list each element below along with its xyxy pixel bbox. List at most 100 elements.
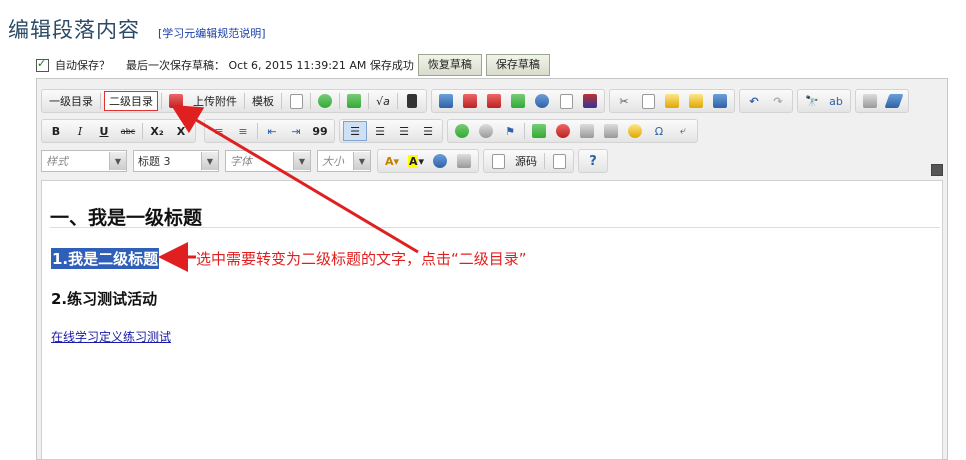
chevron-down-icon: ▼ [293, 152, 310, 170]
toolbar-group-help: ? [578, 149, 608, 173]
horizontal-rule-icon[interactable] [600, 122, 622, 140]
toolbar-group-import [431, 89, 605, 113]
note-icon[interactable] [285, 92, 307, 110]
toolbar-group-source: 源码 [483, 149, 574, 173]
align-justify-icon[interactable]: ☰ [417, 122, 439, 140]
bg-color-icon[interactable]: A ▾ [405, 152, 427, 170]
outdent-icon[interactable]: ⇤ [261, 122, 283, 140]
ppt-icon[interactable] [459, 92, 481, 110]
paste-icon[interactable] [661, 92, 683, 110]
preview-icon[interactable] [548, 152, 570, 170]
undo-icon[interactable]: ↶ [743, 92, 765, 110]
smiley-icon[interactable] [624, 122, 646, 140]
level2-toc-button[interactable]: 二级目录 [104, 91, 158, 111]
text-color-icon[interactable]: A▾ [381, 152, 403, 170]
formula-icon[interactable]: √a [372, 92, 394, 110]
size-select-value: 大小 [322, 155, 344, 168]
autosave-label: 自动保存？ [55, 59, 110, 72]
align-right-icon[interactable]: ☰ [393, 122, 415, 140]
paste-text-icon[interactable] [685, 92, 707, 110]
table-icon[interactable] [576, 122, 598, 140]
copy-icon[interactable] [637, 92, 659, 110]
bullet-list-icon[interactable]: ≡ [232, 122, 254, 140]
exercise-link[interactable]: 在线学习定义练习测试 [51, 328, 171, 345]
unlink-icon[interactable] [475, 122, 497, 140]
level1-toc-button[interactable]: 一级目录 [45, 92, 97, 110]
toolbar-group-insert: ⚑ Ω ⤶ [447, 119, 698, 143]
autosave-row: 自动保存？ 最后一次保存草稿： Oct 6, 2015 11:39:21 AM … [36, 54, 550, 76]
superscript-button[interactable]: X [170, 122, 192, 140]
italic-button[interactable]: I [69, 122, 91, 140]
align-left-icon[interactable]: ☰ [343, 121, 367, 141]
toolbar-row-2: B I U abc X₂ X ≡ ≡ ⇤ ⇥ 99 ☰ ☰ ☰ ☰ ⚑ Ω ⤶ [41, 119, 702, 143]
special-char-icon[interactable]: Ω [648, 122, 670, 140]
collapse-toolbar-icon[interactable] [931, 164, 943, 176]
autosave-checkbox[interactable] [36, 57, 49, 72]
word-icon[interactable] [435, 92, 457, 110]
heading-level1[interactable]: 一、我是一级标题 [50, 203, 202, 230]
pdf-icon[interactable] [483, 92, 505, 110]
comment-icon[interactable] [314, 92, 336, 110]
paste-word-icon[interactable] [709, 92, 731, 110]
show-blocks-icon[interactable] [453, 152, 475, 170]
indent-icon[interactable]: ⇥ [285, 122, 307, 140]
restore-draft-button[interactable]: 恢复草稿 [417, 54, 482, 76]
selected-heading-level2[interactable]: 1.我是二级标题 [51, 248, 160, 269]
strike-button[interactable]: abc [117, 122, 139, 140]
chevron-down-icon: ▼ [353, 152, 370, 170]
editor-content[interactable]: 一、我是一级标题 1.我是二级标题 2.练习测试活动 在线学习定义练习测试 [41, 180, 943, 460]
toolbar-group-clipboard: ✂ [609, 89, 735, 113]
format-select[interactable]: 标题 3 ▼ [133, 150, 219, 172]
blockquote-icon[interactable]: 99 [309, 122, 331, 140]
heading-divider [50, 227, 940, 228]
editor: 一级目录 二级目录 上传附件 模板 √a ✂ ↶ ↷ 🔭 ab B I U ab… [36, 78, 948, 460]
toolbar-group-text-style: B I U abc X₂ X [41, 119, 196, 143]
redo-icon[interactable]: ↷ [767, 92, 789, 110]
puzzle-icon[interactable] [343, 92, 365, 110]
style-select-value: 样式 [46, 155, 68, 168]
subscript-button[interactable]: X₂ [146, 122, 168, 140]
align-center-icon[interactable]: ☰ [369, 122, 391, 140]
image-icon[interactable] [528, 122, 550, 140]
font-select-value: 字体 [230, 155, 252, 168]
toolbar-group-align: ☰ ☰ ☰ ☰ [339, 119, 443, 143]
text-file-icon[interactable] [555, 92, 577, 110]
help-button[interactable]: ? [582, 152, 604, 170]
web-icon[interactable] [531, 92, 553, 110]
save-draft-button[interactable]: 保存草稿 [485, 54, 550, 76]
cut-icon[interactable]: ✂ [613, 92, 635, 110]
font-select[interactable]: 字体 ▼ [225, 150, 311, 172]
help-link[interactable]: [学习元编辑规范说明] [158, 25, 266, 41]
toolbar-group-lists: ≡ ≡ ⇤ ⇥ 99 [204, 119, 335, 143]
help-link-text[interactable]: 学习元编辑规范说明 [162, 27, 261, 40]
upload-icon[interactable] [165, 92, 187, 110]
heading-level2[interactable]: 2.练习测试活动 [51, 288, 157, 309]
source-button[interactable]: 源码 [511, 152, 541, 170]
media-icon[interactable] [401, 92, 423, 110]
toolbar-group-colors: A▾ A ▾ [377, 149, 479, 173]
replace-icon[interactable]: ab [825, 92, 847, 110]
flash-icon[interactable] [552, 122, 574, 140]
find-icon[interactable]: 🔭 [801, 92, 823, 110]
anchor-flag-icon[interactable]: ⚑ [499, 122, 521, 140]
autosave-status: 最后一次保存草稿： Oct 6, 2015 11:39:21 AM 保存成功 [126, 59, 414, 72]
upload-button[interactable]: 上传附件 [189, 92, 241, 110]
bold-button[interactable]: B [45, 122, 67, 140]
archive-icon[interactable] [579, 92, 601, 110]
numbered-list-icon[interactable]: ≡ [208, 122, 230, 140]
style-select[interactable]: 样式 ▼ [41, 150, 127, 172]
toolbar-group-history: ↶ ↷ [739, 89, 793, 113]
excel-icon[interactable] [507, 92, 529, 110]
underline-button[interactable]: U [93, 122, 115, 140]
page-break-icon[interactable]: ⤶ [672, 122, 694, 140]
source-icon[interactable] [487, 152, 509, 170]
eraser-icon[interactable] [883, 92, 905, 110]
toolbar-group-toc: 一级目录 二级目录 上传附件 模板 √a [41, 89, 427, 113]
link-icon[interactable] [451, 122, 473, 140]
chevron-down-icon: ▼ [109, 152, 126, 170]
template-button[interactable]: 模板 [248, 92, 278, 110]
select-all-icon[interactable] [859, 92, 881, 110]
size-select[interactable]: 大小 ▼ [317, 150, 371, 172]
maximize-icon[interactable] [429, 152, 451, 170]
toolbar-row-3: 样式 ▼ 标题 3 ▼ 字体 ▼ 大小 ▼ A▾ A ▾ 源码 ? [41, 149, 612, 173]
